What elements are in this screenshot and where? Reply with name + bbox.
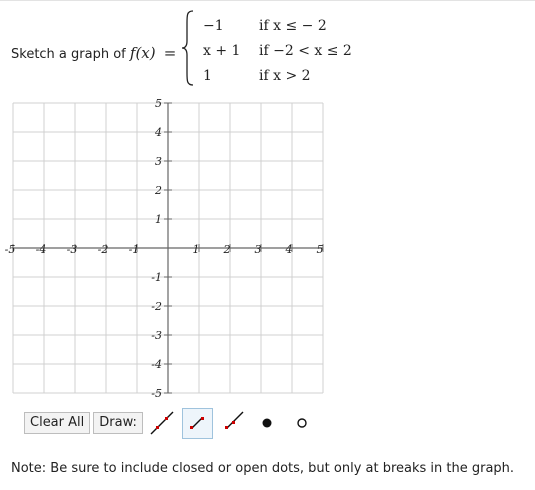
question-prompt: Sketch a graph of f(x) = [11,44,176,62]
y-tick-label: 3 [155,155,162,168]
x-tick-label: -3 [67,243,78,256]
equals-sign: = [163,44,177,62]
piece-expression: −1 [203,18,224,34]
x-tick-label: 3 [255,243,262,256]
segment-tool-icon [190,417,205,429]
open-dot-tool-button[interactable] [286,407,318,439]
line-tool-icon [150,411,174,435]
x-tick-label: 2 [223,243,231,256]
prompt-text: Sketch a graph of [11,47,126,62]
y-tick-label: -5 [151,387,162,400]
y-tick-label: -4 [151,358,162,371]
x-tick-label: -4 [36,243,47,256]
open-dot-icon [297,418,308,428]
closed-dot-tool-button[interactable] [251,407,283,439]
y-tick-label: 1 [155,213,162,226]
piece-condition: if x ≤ − 2 [259,18,327,34]
left-brace-icon [181,10,194,86]
clear-all-button[interactable]: Clear All [24,412,91,434]
top-divider [0,0,535,1]
piece-condition: if x > 2 [259,68,311,84]
instruction-note: Note: Be sure to include closed or open … [11,461,515,476]
draw-label: Draw: [93,412,143,434]
ray-tool-icon [225,411,244,429]
piece-expression: 1 [203,68,212,84]
x-tick-label: 5 [317,243,324,256]
piece-condition: if −2 < x ≤ 2 [259,43,352,59]
x-tick-label: -2 [98,243,109,256]
segment-tool-button[interactable] [181,407,213,439]
x-tick-label: -1 [129,243,140,256]
closed-dot-icon [262,418,272,428]
x-tick-label: -5 [5,243,16,256]
line-tool-button[interactable] [146,407,178,439]
y-tick-label: 2 [154,184,162,197]
y-tick-label: -3 [151,329,162,342]
function-name: f(x) [129,44,156,62]
y-tick-label: -2 [151,300,162,313]
graph-toolbar: Clear All Draw: [24,407,318,439]
y-tick-label: 4 [154,126,162,139]
x-tick-label: 1 [193,243,200,256]
x-tick-label: 4 [285,243,293,256]
y-tick-label: -1 [151,271,162,284]
ray-tool-button[interactable] [216,407,248,439]
piece-expression: x + 1 [203,43,241,59]
y-tick-label: 5 [155,97,162,110]
graph-canvas[interactable]: -5 -4 -3 -2 -1 1 2 3 4 5 5 4 3 2 1 -1 -2 -3 -4 -5 [0,95,340,405]
